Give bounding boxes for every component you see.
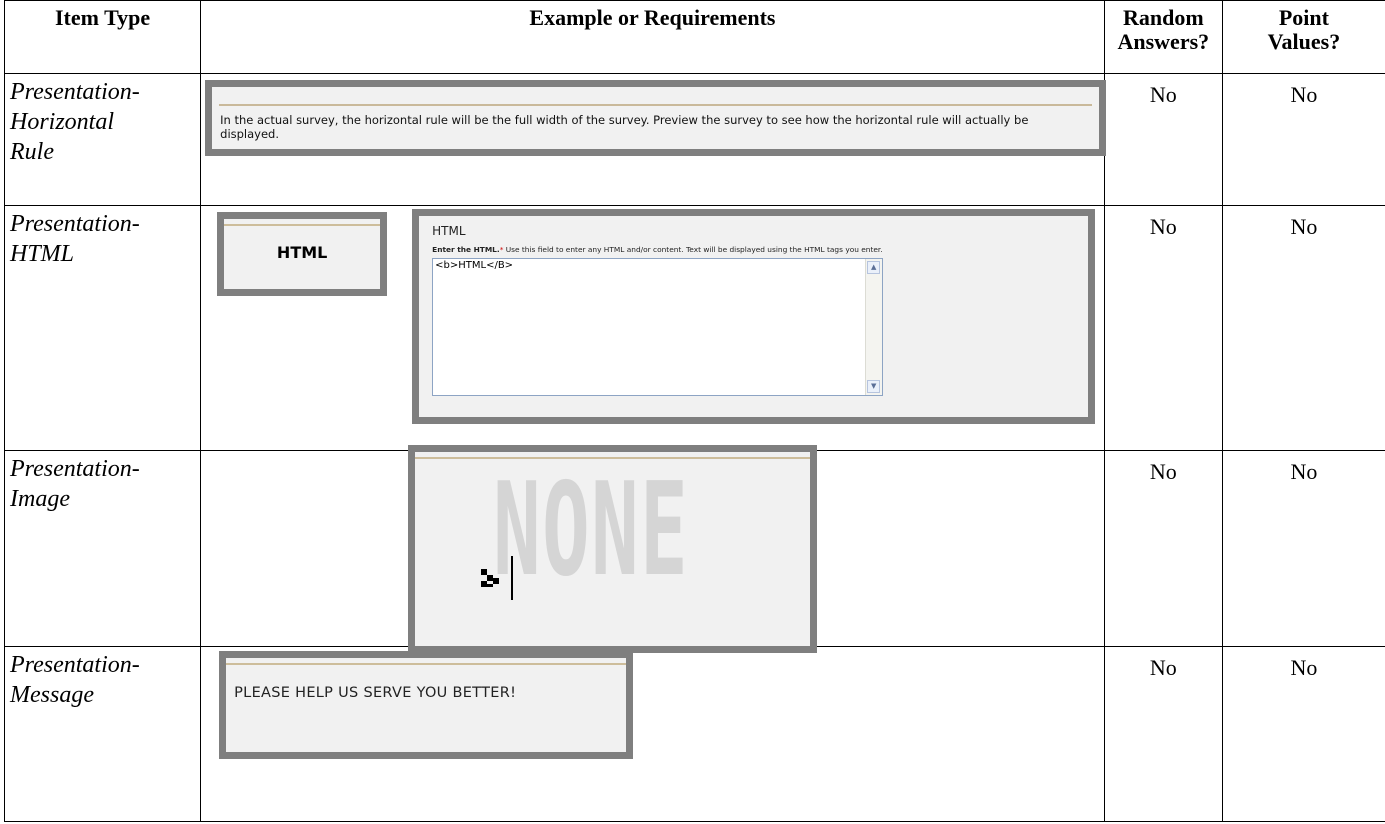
textarea-value: <b>HTML</B>	[435, 260, 514, 271]
example-cell: NONE	[200, 445, 1105, 653]
textarea-scrollbar[interactable]: ▲ ▼	[865, 259, 883, 395]
random-answers-value: No	[1103, 205, 1223, 451]
horizontal-rule-note: In the actual survey, the horizontal rul…	[220, 113, 1029, 141]
scroll-down-icon[interactable]: ▼	[867, 380, 881, 393]
example-cell: HTML HTML Enter the HTML.* Use this fiel…	[200, 205, 1105, 451]
point-values-value: No	[1221, 450, 1385, 647]
item-type-cell: Presentation- Message	[3, 646, 202, 822]
point-values-value: No	[1221, 646, 1385, 822]
table-row: Presentation- Message PLEASE HELP US SERV…	[3, 646, 1385, 822]
html-textarea[interactable]: <b>HTML</B> ▲ ▼	[432, 258, 884, 396]
form-description: Enter the HTML.* Use this field to enter…	[432, 245, 883, 254]
random-answers-value: No	[1103, 450, 1223, 647]
table-row: Presentation- Image NONE No No	[3, 445, 1385, 653]
random-answers-value: No	[1103, 73, 1223, 206]
html-item-button[interactable]: HTML	[217, 212, 388, 296]
horizontal-rule	[219, 104, 1093, 106]
item-types-table: Item Type Example or Requirements Random…	[3, 0, 1385, 822]
text-cursor	[511, 556, 514, 600]
header-example: Example or Requirements	[200, 0, 1105, 74]
top-accent-line	[226, 663, 627, 665]
item-type-cell: Presentation- Horizontal Rule	[3, 73, 202, 206]
broken-image-icon	[481, 569, 500, 587]
header-row: Item Type Example or Requirements Random…	[3, 0, 1385, 74]
form-title: HTML	[432, 224, 466, 238]
point-values-value: No	[1221, 205, 1385, 451]
header-item-type: Item Type	[3, 0, 202, 74]
random-answers-value: No	[1103, 646, 1223, 822]
point-values-value: No	[1221, 73, 1385, 206]
scroll-up-icon[interactable]: ▲	[867, 261, 881, 274]
html-edit-form: HTML Enter the HTML.* Use this field to …	[412, 209, 1096, 424]
header-random-answers: Random Answers?	[1103, 0, 1223, 74]
message-preview: PLEASE HELP US SERVE YOU BETTER!	[219, 651, 634, 759]
example-cell: PLEASE HELP US SERVE YOU BETTER!	[200, 646, 1105, 822]
html-button-label: HTML	[276, 243, 328, 262]
header-point-values: Point Values?	[1221, 0, 1385, 74]
item-type-cell: Presentation- HTML	[3, 205, 202, 451]
top-accent-line	[224, 224, 381, 226]
message-text: PLEASE HELP US SERVE YOU BETTER!	[234, 685, 517, 701]
image-preview: NONE	[408, 445, 818, 653]
none-placeholder-text: NONE	[493, 456, 690, 605]
item-type-cell: Presentation- Image	[3, 450, 202, 647]
table-row: Presentation- HTML HTML HTML Enter the HT…	[3, 205, 1385, 451]
example-cell: In the actual survey, the horizontal rul…	[200, 73, 1107, 206]
horizontal-rule-preview: In the actual survey, the horizontal rul…	[205, 80, 1107, 156]
table-row: Presentation- Horizontal Rule In the actua…	[3, 73, 1385, 206]
